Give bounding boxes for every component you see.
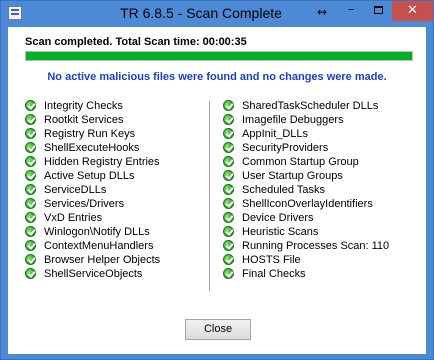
green-check-icon: [25, 212, 36, 223]
check-label: ContextMenuHandlers: [44, 240, 154, 252]
check-label: ServiceDLLs: [44, 184, 107, 196]
resize-icon: ↔: [317, 5, 328, 19]
green-check-icon: [223, 226, 234, 237]
check-label: ShellServiceObjects: [44, 268, 143, 280]
check-label: Integrity Checks: [44, 100, 123, 112]
result-message: No active malicious files were found and…: [47, 71, 387, 83]
green-check-icon: [25, 128, 36, 139]
green-check-icon: [25, 170, 36, 181]
green-check-icon: [223, 268, 234, 279]
check-label: ShellIconOverlayIdentifiers: [242, 198, 373, 210]
check-label: AppInit_DLLs: [242, 128, 309, 140]
green-check-icon: [223, 184, 234, 195]
green-check-icon: [223, 156, 234, 167]
green-check-icon: [223, 170, 234, 181]
green-check-icon: [223, 240, 234, 251]
check-label: Device Drivers: [242, 212, 314, 224]
check-label: ShellExecuteHooks: [44, 142, 140, 154]
check-label: VxD Entries: [44, 212, 103, 224]
green-check-icon: [25, 100, 36, 111]
green-check-icon: [223, 142, 234, 153]
scan-complete-window: TR 6.8.5 - Scan Complete ↔ – ✕ Scan comp…: [0, 0, 434, 360]
check-label: SecurityProviders: [242, 142, 329, 154]
green-check-icon: [25, 240, 36, 251]
green-check-icon: [25, 198, 36, 209]
maximize-button[interactable]: [365, 1, 392, 21]
green-check-icon: [25, 114, 36, 125]
green-check-icon: [25, 254, 36, 265]
green-check-icon: [223, 212, 234, 223]
green-check-icon: [223, 198, 234, 209]
maximize-icon: [374, 6, 383, 14]
green-check-icon: [25, 142, 36, 153]
dialog-body: Scan completed. Total Scan time: 00:00:3…: [8, 27, 426, 354]
check-label: Browser Helper Objects: [44, 254, 161, 266]
green-check-icon: [223, 128, 234, 139]
window-close-button[interactable]: ✕: [392, 1, 433, 21]
minimize-button[interactable]: –: [337, 1, 365, 21]
green-check-icon: [25, 184, 36, 195]
check-label: Heuristic Scans: [242, 226, 319, 238]
title-bar[interactable]: TR 6.8.5 - Scan Complete ↔ – ✕: [1, 1, 433, 25]
check-label: Imagefile Debuggers: [242, 114, 344, 126]
green-check-icon: [25, 268, 36, 279]
green-check-icon: [25, 156, 36, 167]
check-label: Running Processes Scan: 110: [242, 240, 390, 252]
green-check-icon: [25, 226, 36, 237]
check-label: Services/Drivers: [44, 198, 125, 210]
app-icon[interactable]: [8, 6, 22, 20]
check-label: Final Checks: [242, 268, 306, 280]
check-label: Rootkit Services: [44, 114, 124, 126]
check-label: Hidden Registry Entries: [44, 156, 160, 168]
check-label: HOSTS File: [242, 254, 301, 266]
progress-fill: [26, 52, 412, 60]
close-button[interactable]: Close: [185, 319, 251, 340]
green-check-icon: [223, 100, 234, 111]
scan-progress-bar: [25, 51, 413, 61]
check-label: User Startup Groups: [242, 170, 343, 182]
check-label: Winlogon\Notify DLLs: [44, 226, 150, 238]
scan-summary: Scan completed. Total Scan time: 00:00:3…: [25, 36, 247, 48]
green-check-icon: [223, 114, 234, 125]
check-label: Scheduled Tasks: [242, 184, 325, 196]
column-divider: [209, 101, 210, 291]
green-check-icon: [223, 254, 234, 265]
check-label: Active Setup DLLs: [44, 170, 135, 182]
check-label: Common Startup Group: [242, 156, 359, 168]
window-title: TR 6.8.5 - Scan Complete: [120, 5, 282, 21]
check-label: SharedTaskScheduler DLLs: [242, 100, 379, 112]
check-label: Registry Run Keys: [44, 128, 136, 140]
